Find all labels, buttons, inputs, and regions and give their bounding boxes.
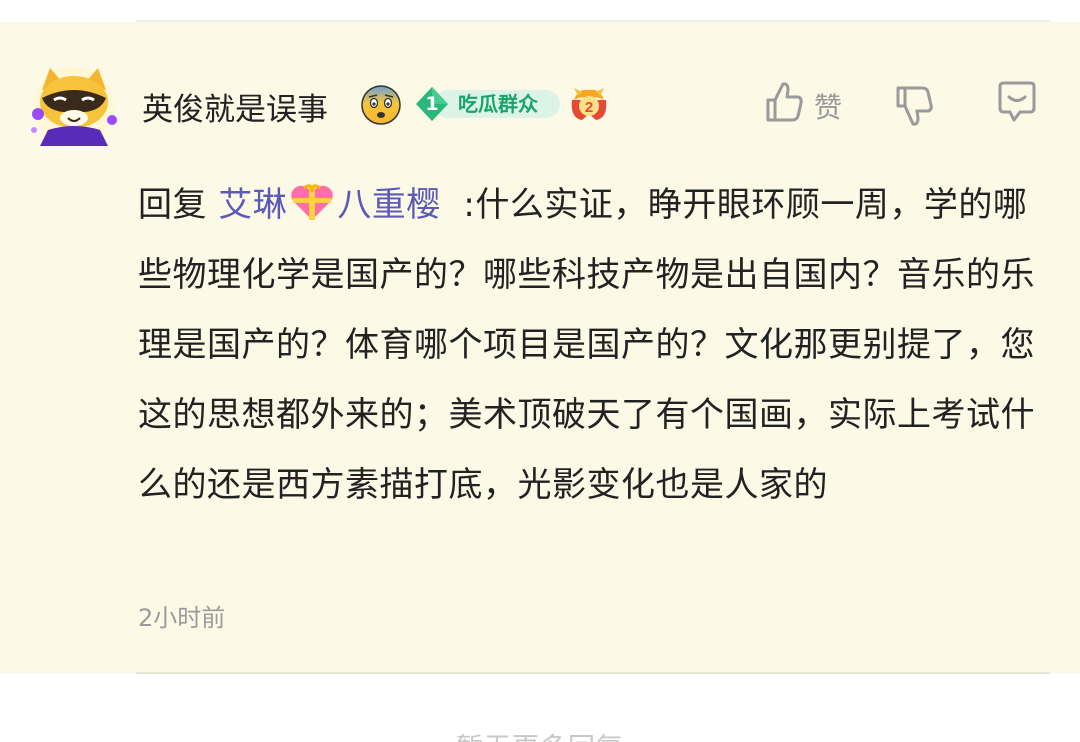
user-avatar[interactable] [28, 64, 120, 148]
like-label: 赞 [814, 91, 843, 124]
gift-medal-number: 2 [585, 99, 593, 116]
thumbs-up-icon [766, 82, 803, 122]
dislike-button[interactable] [894, 84, 940, 130]
comment-timestamp: 2小时前 [138, 604, 226, 632]
heart-gift-icon [291, 184, 334, 220]
badge-pill: 吃瓜群众 [434, 90, 560, 118]
fearful-face-icon [361, 85, 401, 125]
body-text: 什么实证，睁开眼环顾一周，学的哪些物理化学是国产的？哪些科技产物是出自国内？音乐… [138, 185, 1035, 505]
reply-comment-button[interactable] [994, 80, 1040, 126]
reply-prefix: 回复 [138, 185, 207, 225]
badge-name: 吃瓜群众 [458, 92, 538, 116]
mention-link-part1[interactable]: 艾琳 [218, 185, 287, 225]
top-strip [0, 0, 1080, 22]
comment-text: 回复 艾琳 八重樱 :什么实证，睁开眼环顾一周，学的哪些物理化学是国产的？哪些科… [138, 170, 1048, 520]
no-more-replies-text: 暂无更多回复 [0, 726, 1080, 742]
chat-bubble-icon [998, 81, 1036, 122]
thumbs-down-icon [896, 86, 933, 126]
like-button[interactable]: 赞 [764, 80, 854, 128]
badge-level: 1 [425, 93, 439, 115]
username[interactable]: 英俊就是误事 [142, 84, 328, 129]
body-colon: : [440, 185, 476, 225]
gift-medal-icon[interactable]: 2 [568, 84, 610, 124]
fan-level-badge[interactable]: 吃瓜群众 1 [414, 86, 564, 122]
mention-link-part2[interactable]: 八重樱 [337, 185, 441, 225]
footer-area: 暂无更多回复 [0, 674, 1080, 742]
